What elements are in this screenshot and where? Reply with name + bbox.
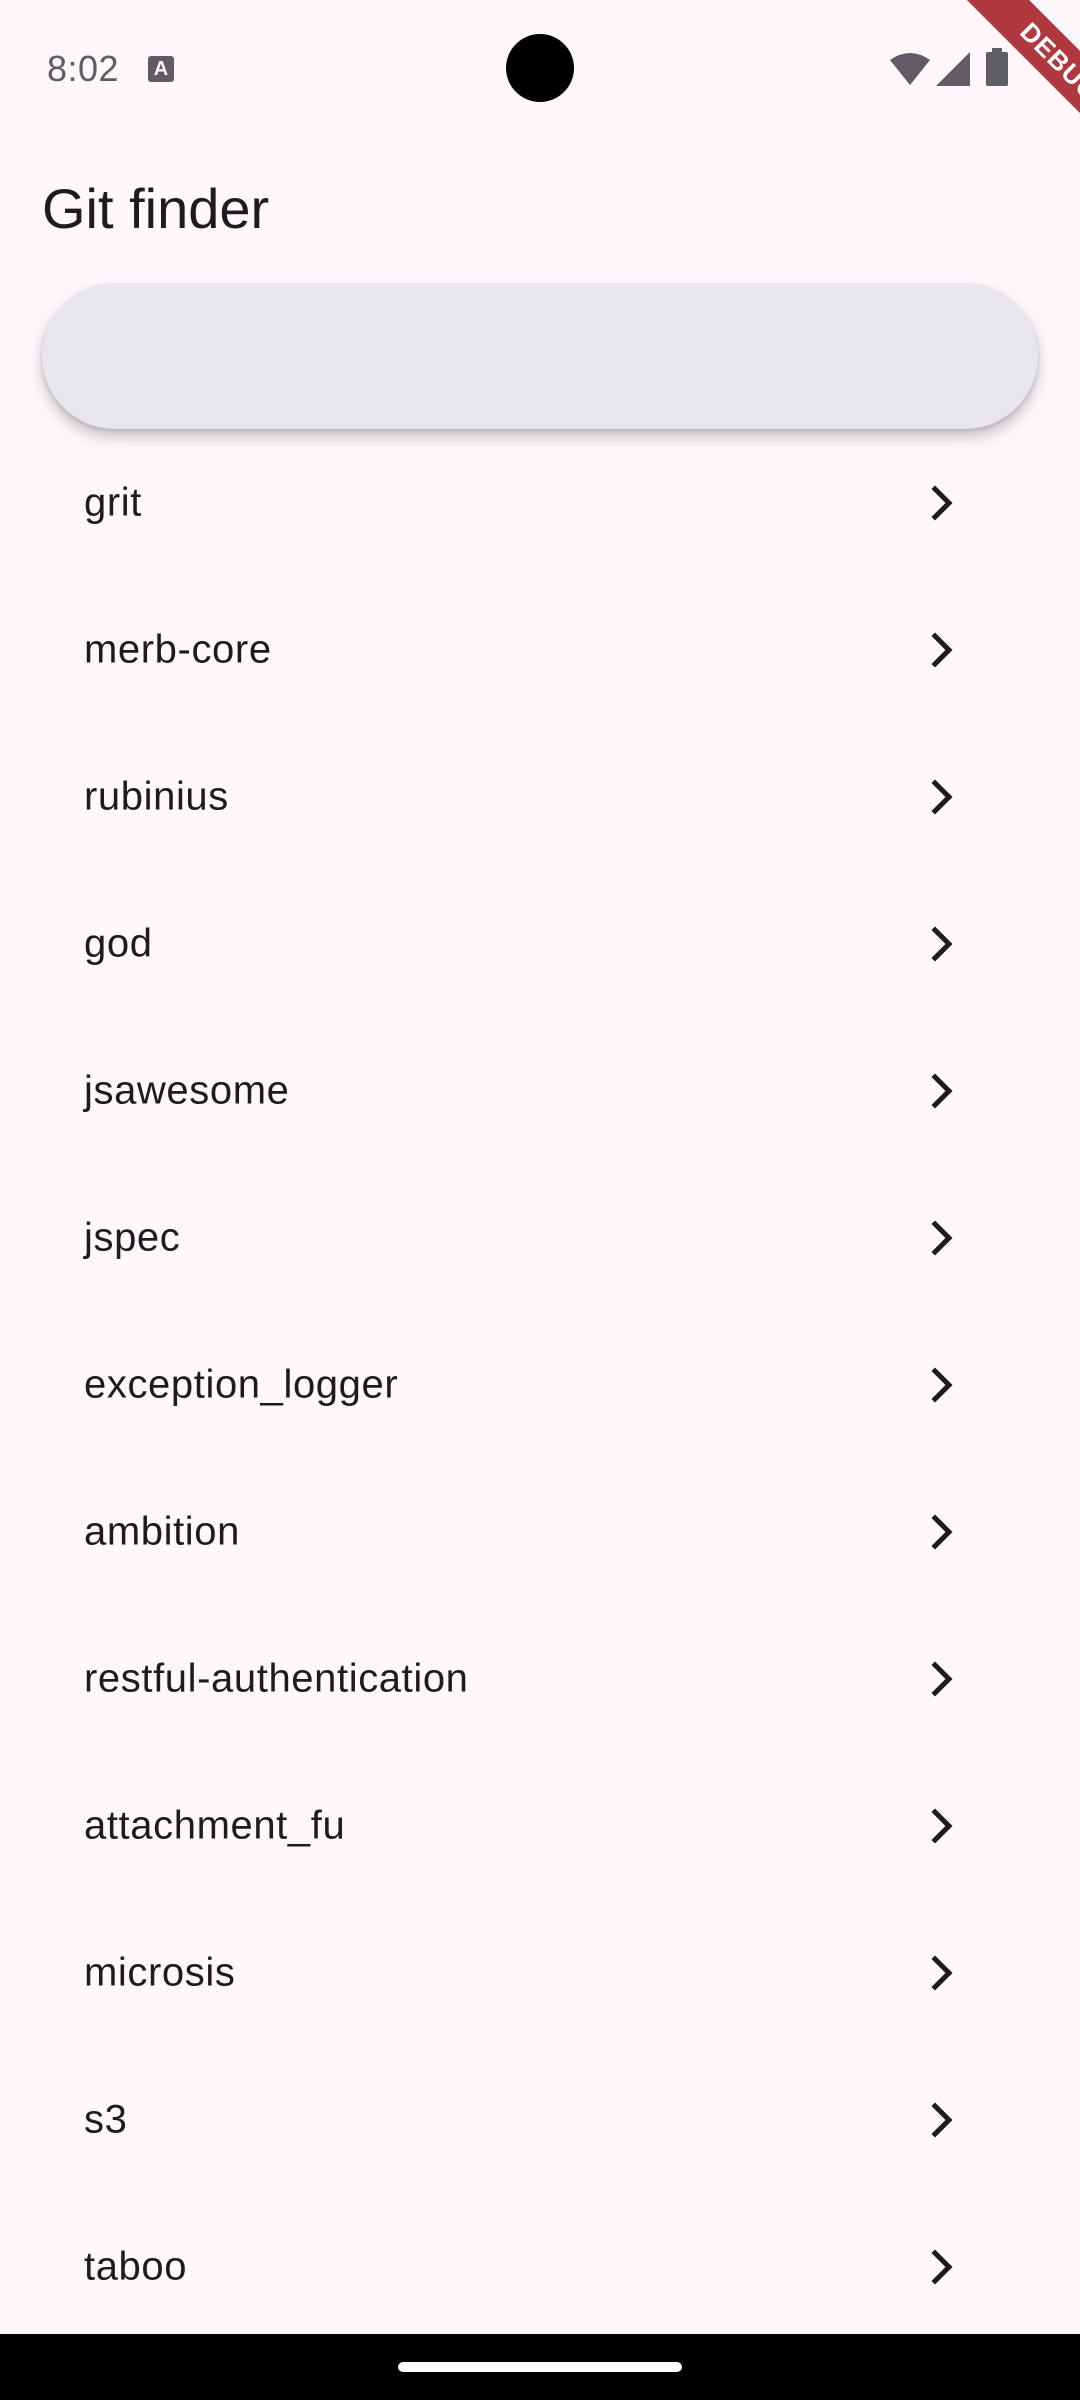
list-item[interactable]: exception_logger — [0, 1311, 1080, 1458]
list-item[interactable]: ambition — [0, 1458, 1080, 1605]
chevron-right-icon — [931, 631, 953, 668]
list-item[interactable]: taboo — [0, 2193, 1080, 2340]
repo-name: jsawesome — [84, 1068, 290, 1112]
status-bar: 8:02 A DEBUG — [0, 0, 1080, 160]
repo-name: rubinius — [84, 774, 229, 818]
chevron-right-icon — [931, 1072, 953, 1109]
chevron-right-icon — [931, 925, 953, 962]
list-item[interactable]: grit — [0, 429, 1080, 576]
chevron-right-icon — [931, 778, 953, 815]
repo-name: exception_logger — [84, 1362, 399, 1406]
repo-name: ambition — [84, 1509, 240, 1553]
debug-banner-label: DEBUG — [952, 0, 1080, 160]
repo-name: jspec — [84, 1215, 181, 1259]
list-item[interactable]: rubinius — [0, 723, 1080, 870]
list-item[interactable]: s3 — [0, 2046, 1080, 2193]
chevron-right-icon — [931, 1660, 953, 1697]
repo-name: s3 — [84, 2097, 128, 2141]
repo-name: merb-core — [84, 627, 272, 671]
system-navigation-bar — [0, 2334, 1080, 2400]
repo-name: taboo — [84, 2244, 188, 2288]
page-title: Git finder — [42, 177, 270, 240]
chevron-right-icon — [931, 2101, 953, 2138]
list-item[interactable]: merb-core — [0, 576, 1080, 723]
repo-name: microsis — [84, 1950, 236, 1994]
home-indicator[interactable] — [398, 2362, 682, 2372]
chevron-right-icon — [931, 1513, 953, 1550]
search-bar[interactable] — [42, 283, 1038, 429]
camera-cutout — [506, 34, 574, 102]
search-input[interactable] — [42, 283, 1038, 429]
chevron-right-icon — [931, 1366, 953, 1403]
repo-name: god — [84, 921, 153, 965]
chevron-right-icon — [931, 1219, 953, 1256]
repo-name: restful-authentication — [84, 1656, 469, 1700]
list-item[interactable]: restful-authentication — [0, 1605, 1080, 1752]
chevron-right-icon — [931, 1954, 953, 1991]
list-item[interactable]: attachment_fu — [0, 1752, 1080, 1899]
list-item[interactable]: jspec — [0, 1164, 1080, 1311]
list-item[interactable]: god — [0, 870, 1080, 1017]
list-item[interactable]: microsis — [0, 1899, 1080, 2046]
repo-name: attachment_fu — [84, 1803, 346, 1847]
chevron-right-icon — [931, 1807, 953, 1844]
repo-list: grit merb-core rubinius god jsawesome jspec ex… — [0, 429, 1080, 2340]
keyboard-indicator-icon: A — [148, 56, 174, 82]
status-time: 8:02 — [47, 48, 120, 89]
chevron-right-icon — [931, 2248, 953, 2285]
chevron-right-icon — [931, 484, 953, 521]
list-item[interactable]: jsawesome — [0, 1017, 1080, 1164]
debug-banner: DEBUG — [920, 0, 1080, 160]
repo-name: grit — [84, 480, 142, 524]
